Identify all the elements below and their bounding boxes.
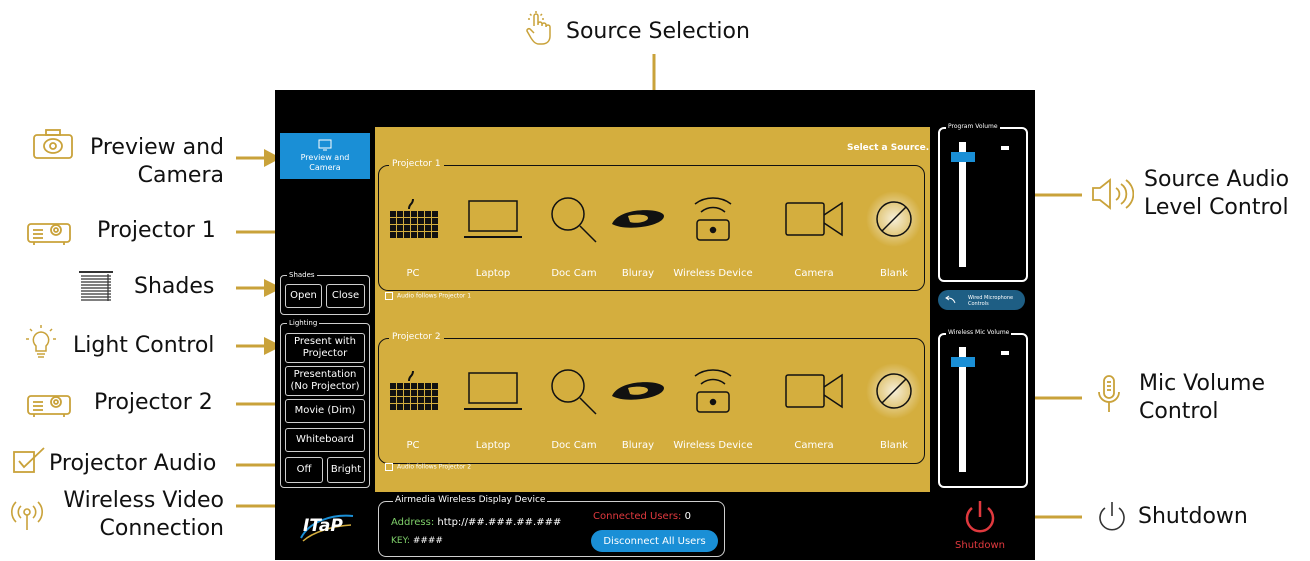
callout-projector2: Projector 2 — [94, 390, 213, 415]
projector2-title: Projector 2 — [389, 332, 444, 342]
present-with-projector-button[interactable]: Present with Projector — [285, 333, 365, 363]
shades-icon — [78, 270, 114, 302]
audio-follows-projector1[interactable]: Audio follows Projector 1 — [385, 292, 471, 300]
shutdown-button[interactable]: Shutdown — [940, 498, 1020, 558]
video-camera-icon — [774, 188, 854, 250]
disconnect-all-users-button[interactable]: Disconnect All Users — [591, 530, 718, 552]
source-label: Blank — [880, 268, 908, 279]
source-label: Blank — [880, 440, 908, 451]
blank-icon — [854, 360, 934, 422]
wireless-device-icon — [673, 188, 753, 250]
program-volume-slider-handle[interactable] — [951, 152, 975, 162]
callout-wireless-video: Wireless Video Connection — [63, 488, 224, 541]
callout-mic-volume: Mic Volume Control — [1139, 371, 1266, 424]
checkbox-icon[interactable] — [385, 292, 393, 300]
projector2-source-bluray-button[interactable]: Bluray — [598, 360, 678, 460]
movie-dim-button[interactable]: Movie (Dim) — [285, 399, 365, 423]
projector2-source-pc-button[interactable]: PC — [373, 360, 453, 460]
presentation-no-projector-button[interactable]: Presentation (No Projector) — [285, 366, 365, 396]
program-volume-group — [938, 127, 1028, 282]
shades-title: Shades — [287, 271, 317, 279]
source-label: Wireless Device — [673, 268, 753, 279]
source-label: Wireless Device — [673, 440, 753, 451]
video-camera-icon — [774, 360, 854, 422]
laptop-icon — [453, 188, 533, 250]
connected-users: Connected Users: 0 — [593, 511, 691, 522]
lighting-title: Lighting — [287, 319, 320, 327]
select-source-text: Select a Source. — [847, 143, 930, 153]
airmedia-key: KEY: #### — [391, 536, 443, 546]
shades-open-button[interactable]: Open — [285, 284, 322, 308]
projector1-source-laptop-button[interactable]: Laptop — [453, 188, 533, 288]
checkbox-icon — [12, 446, 46, 476]
laptop-icon — [453, 360, 533, 422]
hand-pointer-icon — [524, 10, 554, 46]
callout-source-selection: Source Selection — [566, 19, 750, 44]
monitor-icon — [318, 139, 332, 151]
projector1-title: Projector 1 — [389, 159, 444, 169]
back-arrow-icon — [945, 295, 956, 304]
audio-follows-projector2[interactable]: Audio follows Projector 2 — [385, 463, 471, 471]
projector2-source-blank-button[interactable]: Blank — [854, 360, 934, 460]
touch-panel: Preview and Camera Select a Source. Proj… — [275, 90, 1035, 560]
bluray-icon — [598, 360, 678, 422]
callout-shades: Shades — [134, 274, 215, 299]
callout-projector1: Projector 1 — [97, 218, 216, 243]
projector2-source-camera-button[interactable]: Camera — [774, 360, 854, 460]
power-icon — [1096, 500, 1128, 534]
wireless-mic-volume-level-indicator — [1001, 351, 1009, 355]
projector1-source-blank-button[interactable]: Blank — [854, 188, 934, 288]
program-volume-level-indicator — [1001, 146, 1009, 150]
wireless-mic-volume-slider-handle[interactable] — [951, 357, 975, 367]
source-label: Laptop — [475, 268, 511, 279]
bluray-icon — [598, 188, 678, 250]
callout-source-audio: Source Audio Level Control — [1144, 167, 1290, 220]
projector2-source-wireless-device-button[interactable]: Wireless Device — [673, 360, 753, 460]
source-label: Camera — [794, 268, 834, 279]
source-label: PC — [406, 440, 420, 451]
source-label: Bluray — [621, 440, 655, 451]
source-label: Bluray — [621, 268, 655, 279]
source-label: PC — [406, 268, 420, 279]
projector1-source-camera-button[interactable]: Camera — [774, 188, 854, 288]
blank-icon — [854, 188, 934, 250]
whiteboard-button[interactable]: Whiteboard — [285, 428, 365, 452]
microphone-icon — [1096, 374, 1122, 416]
preview-camera-button[interactable]: Preview and Camera — [280, 133, 370, 179]
projector2-source-laptop-button[interactable]: Laptop — [453, 360, 533, 460]
itap-logo: ITaP — [295, 510, 355, 544]
source-label: Laptop — [475, 440, 511, 451]
keyboard-icon — [373, 360, 453, 422]
airmedia-address: Address: http://##.###.##.### — [391, 517, 562, 528]
projector1-source-wireless-device-button[interactable]: Wireless Device — [673, 188, 753, 288]
lightbulb-icon — [24, 324, 58, 362]
speaker-icon — [1090, 176, 1134, 212]
callout-preview-camera: Preview and Camera — [89, 135, 224, 188]
source-label: Camera — [794, 440, 834, 451]
wireless-device-icon — [673, 360, 753, 422]
airmedia-title: Airmedia Wireless Display Device — [393, 495, 548, 505]
callout-shutdown: Shutdown — [1138, 504, 1248, 529]
keyboard-icon — [373, 188, 453, 250]
projector-icon-2 — [26, 390, 74, 418]
lights-off-button[interactable]: Off — [285, 457, 323, 483]
program-volume-title: Program Volume — [946, 123, 1000, 130]
wireless-mic-volume-title: Wireless Mic Volume — [946, 329, 1012, 336]
projector-icon — [26, 218, 74, 246]
callout-projector-audio: Projector Audio — [49, 451, 217, 476]
callout-light-control: Light Control — [73, 333, 215, 358]
checkbox-icon[interactable] — [385, 463, 393, 471]
power-icon — [965, 501, 995, 533]
projector1-source-bluray-button[interactable]: Bluray — [598, 188, 678, 288]
projector1-source-pc-button[interactable]: PC — [373, 188, 453, 288]
lights-bright-button[interactable]: Bright — [327, 457, 365, 483]
shades-close-button[interactable]: Close — [326, 284, 365, 308]
wired-microphone-controls-button[interactable]: Wired Microphone Controls — [938, 290, 1025, 310]
